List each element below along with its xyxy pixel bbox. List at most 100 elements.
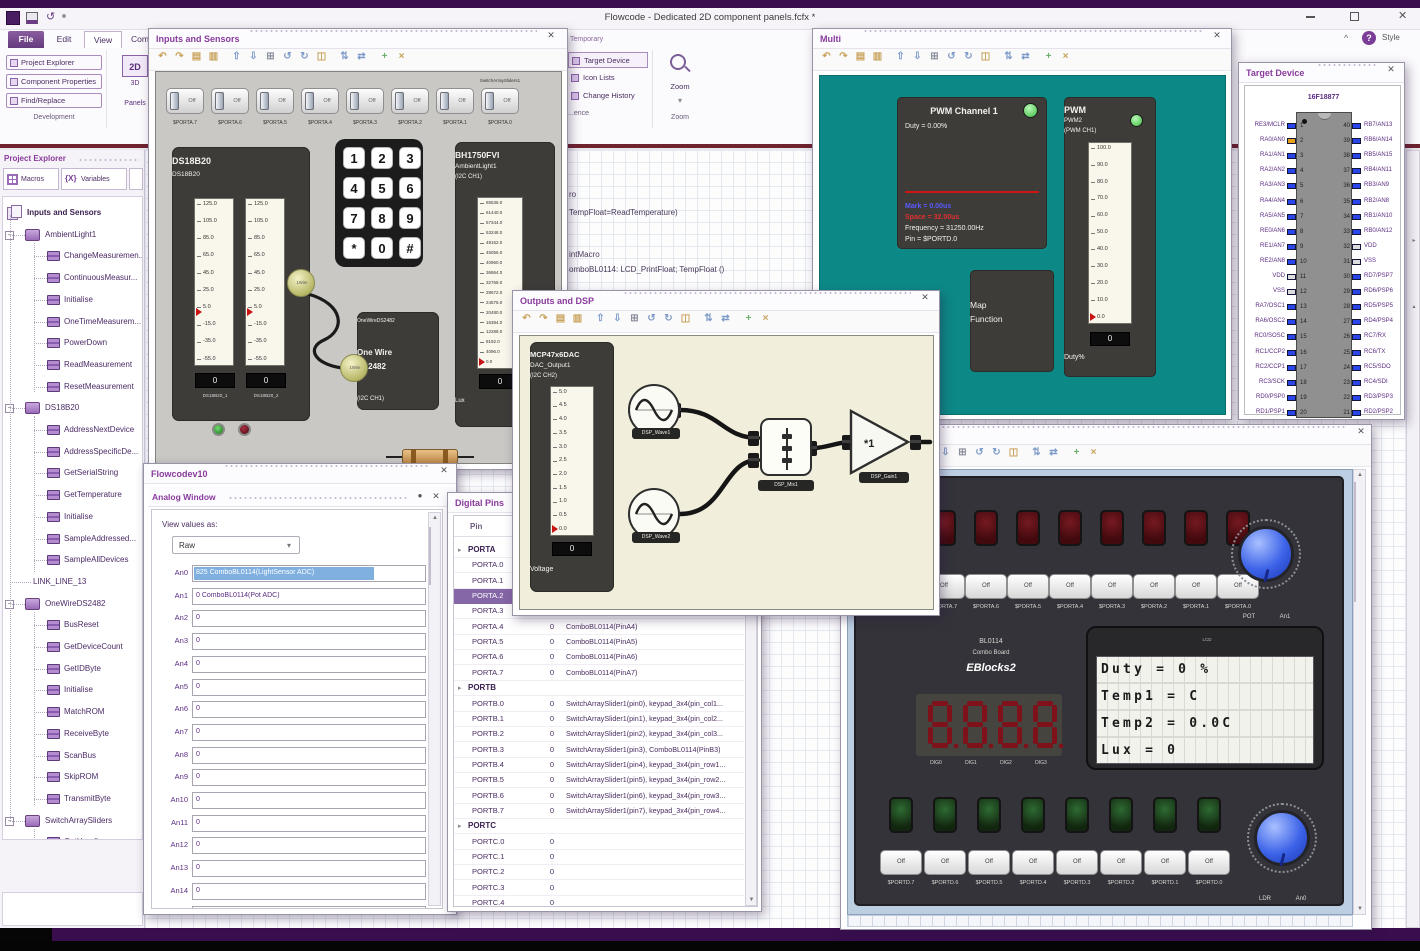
digital-row-portb-0[interactable]: PORTB.0 0 SwitchArraySlider1(pin0), keypad…: [454, 697, 744, 712]
swap-vertical-icon[interactable]: ⇅: [1029, 445, 1044, 460]
undo-icon[interactable]: ↶: [519, 311, 534, 326]
remove-icon[interactable]: ×: [758, 311, 773, 326]
analog-input-an3[interactable]: 0: [192, 633, 426, 651]
tree-item-continuousmeasur-[interactable]: ContinuousMeasur...: [3, 270, 142, 288]
board-button--portd-0[interactable]: Off: [1188, 850, 1230, 875]
tree-item-matchrom[interactable]: MatchROM: [3, 704, 142, 722]
remove-icon[interactable]: ×: [394, 49, 409, 64]
tree-item-initialise[interactable]: Initialise: [3, 682, 142, 700]
analog-input-an8[interactable]: 0: [192, 746, 426, 764]
tree-item-busreset[interactable]: BusReset: [3, 617, 142, 635]
view-item-change-history[interactable]: Change History: [568, 88, 648, 104]
rotate-right-icon[interactable]: ↻: [297, 49, 312, 64]
redo-icon[interactable]: ↷: [172, 49, 187, 64]
eblocks-window-close-icon[interactable]: ✕: [1355, 425, 1367, 437]
close-icon[interactable]: ✕: [1398, 9, 1410, 23]
ribbon-collapse-icon[interactable]: ^: [1344, 33, 1354, 43]
digital-row-portb-4[interactable]: PORTB.4 0 SwitchArraySlider1(pin4), keypad…: [454, 758, 744, 773]
inputs-window-close-icon[interactable]: ✕: [545, 29, 557, 41]
rotate-left-icon[interactable]: ↺: [644, 311, 659, 326]
tree-item-resetmeasurement[interactable]: ResetMeasurement: [3, 379, 142, 397]
grid-icon[interactable]: ⊞: [927, 49, 942, 64]
target-window-close-icon[interactable]: ✕: [1385, 63, 1397, 75]
send-back-icon[interactable]: ⇩: [910, 49, 925, 64]
board-button--portd-4[interactable]: Off: [1012, 850, 1054, 875]
tree-item-inputs-and-sensors[interactable]: Inputs and Sensors: [3, 205, 142, 223]
tree-item-gethandle[interactable]: GetHandle: [3, 834, 142, 839]
tree-item-skiprom[interactable]: SkipROM: [3, 769, 142, 787]
analog-input-an1[interactable]: 0 ComboBL0114(Pot ADC): [192, 587, 426, 605]
digital-row-portc-1[interactable]: PORTC.1 0: [454, 850, 744, 865]
send-back-icon[interactable]: ⇩: [246, 49, 261, 64]
digital-row-portc-3[interactable]: PORTC.3 0: [454, 881, 744, 896]
rotate-left-icon[interactable]: ↺: [280, 49, 295, 64]
swap-horizontal-icon[interactable]: ⇄: [354, 49, 369, 64]
tab-edit[interactable]: Edit: [50, 31, 78, 48]
redo-icon[interactable]: ↷: [536, 311, 551, 326]
board-button--portd-3[interactable]: Off: [1056, 850, 1098, 875]
rotate-left-icon[interactable]: ↺: [972, 445, 987, 460]
paste-icon[interactable]: ▥: [206, 49, 221, 64]
swap-horizontal-icon[interactable]: ⇄: [718, 311, 733, 326]
bring-front-icon[interactable]: ⇧: [893, 49, 908, 64]
explorer-tab-variables[interactable]: {X} Variables: [61, 168, 127, 190]
ribbon-button-component-properties[interactable]: Component Properties: [6, 74, 102, 89]
dsp-mixer-component[interactable]: [760, 418, 812, 476]
minimize-icon[interactable]: [1306, 16, 1315, 18]
explorer-tab-macros[interactable]: Macros: [3, 168, 59, 190]
analog-input-an7[interactable]: 0: [192, 723, 426, 741]
tree-item-samplealldevices[interactable]: SampleAllDevices: [3, 552, 142, 570]
tree-item-getidbyte[interactable]: GetIDByte: [3, 661, 142, 679]
zoom-button[interactable]: Zoom: [664, 82, 696, 92]
explorer-tab-partial[interactable]: [129, 168, 143, 190]
group-expander-icon[interactable]: ▸: [458, 546, 466, 555]
tree-item-onetimemeasurem-[interactable]: OneTimeMeasurem...: [3, 314, 142, 332]
tree-item-ds18b20[interactable]: − DS18B20: [3, 400, 142, 418]
analog-window-header[interactable]: Analog Window ● ✕: [148, 487, 454, 507]
tree-item-addressnextdevice[interactable]: AddressNextDevice: [3, 422, 142, 440]
pot-knob[interactable]: [1231, 519, 1301, 589]
copy-icon[interactable]: ▤: [553, 311, 568, 326]
analog-input-an14[interactable]: 0: [192, 882, 426, 900]
view-item-target-device[interactable]: Target Device: [568, 52, 648, 68]
swap-horizontal-icon[interactable]: ⇄: [1018, 49, 1033, 64]
copy-icon[interactable]: ▤: [189, 49, 204, 64]
board-button--porta-5[interactable]: Off: [1007, 574, 1049, 599]
copy-icon[interactable]: ▤: [853, 49, 868, 64]
rotate-right-icon[interactable]: ↻: [961, 49, 976, 64]
grid-icon[interactable]: ⊞: [955, 445, 970, 460]
swap-vertical-icon[interactable]: ⇅: [1001, 49, 1016, 64]
tree-item-readmeasurement[interactable]: ReadMeasurement: [3, 357, 142, 375]
window-inputs-sensors[interactable]: Inputs and Sensors ✕ ↶ ↷ ▤ ▥ ⇧ ⇩ ⊞ ↺ ↻ ◫ ⇅ ⇄ + × Off $POR…: [148, 28, 568, 470]
analog-close-icon[interactable]: ✕: [430, 491, 442, 503]
tree-item-getserialstring[interactable]: GetSerialString: [3, 465, 142, 483]
multi-window-close-icon[interactable]: ✕: [1211, 29, 1223, 41]
board-button--porta-4[interactable]: Off: [1049, 574, 1091, 599]
analog-input-an15[interactable]: 0: [192, 905, 426, 908]
tree-item-switcharraysliders[interactable]: − SwitchArraySliders: [3, 813, 142, 831]
flowcode-window-close-icon[interactable]: ✕: [438, 464, 450, 476]
board-button--porta-3[interactable]: Off: [1091, 574, 1133, 599]
board-button--porta-1[interactable]: Off: [1175, 574, 1217, 599]
grid-icon[interactable]: ⊞: [263, 49, 278, 64]
layers-icon[interactable]: ◫: [1006, 445, 1021, 460]
group-expander-icon[interactable]: ▸: [458, 684, 466, 693]
board-button--portd-5[interactable]: Off: [968, 850, 1010, 875]
undo-quick-icon[interactable]: ↺: [46, 10, 58, 24]
analog-input-an2[interactable]: 0: [192, 610, 426, 628]
digital-row-portb-2[interactable]: PORTB.2 0 SwitchArraySlider1(pin2), keypad…: [454, 727, 744, 743]
analog-input-an6[interactable]: 0: [192, 701, 426, 719]
rotate-right-icon[interactable]: ↻: [989, 445, 1004, 460]
digital-row-porta-5[interactable]: PORTA.5 0 ComboBL0114(PinA5): [454, 635, 744, 651]
add-icon[interactable]: +: [377, 49, 392, 64]
analog-input-an4[interactable]: 0: [192, 655, 426, 673]
zoom-dropdown-icon[interactable]: ▾: [674, 96, 686, 105]
layers-icon[interactable]: ◫: [678, 311, 693, 326]
tree-item-transmitbyte[interactable]: TransmitByte: [3, 791, 142, 809]
analog-input-an5[interactable]: 0: [192, 678, 426, 696]
analog-input-an9[interactable]: 0: [192, 769, 426, 787]
analog-input-an12[interactable]: 0: [192, 837, 426, 855]
swap-vertical-icon[interactable]: ⇅: [337, 49, 352, 64]
digital-row-portc-2[interactable]: PORTC.2 0: [454, 865, 744, 881]
digital-row-portb-6[interactable]: PORTB.6 0 SwitchArraySlider1(pin6), keypad…: [454, 789, 744, 804]
